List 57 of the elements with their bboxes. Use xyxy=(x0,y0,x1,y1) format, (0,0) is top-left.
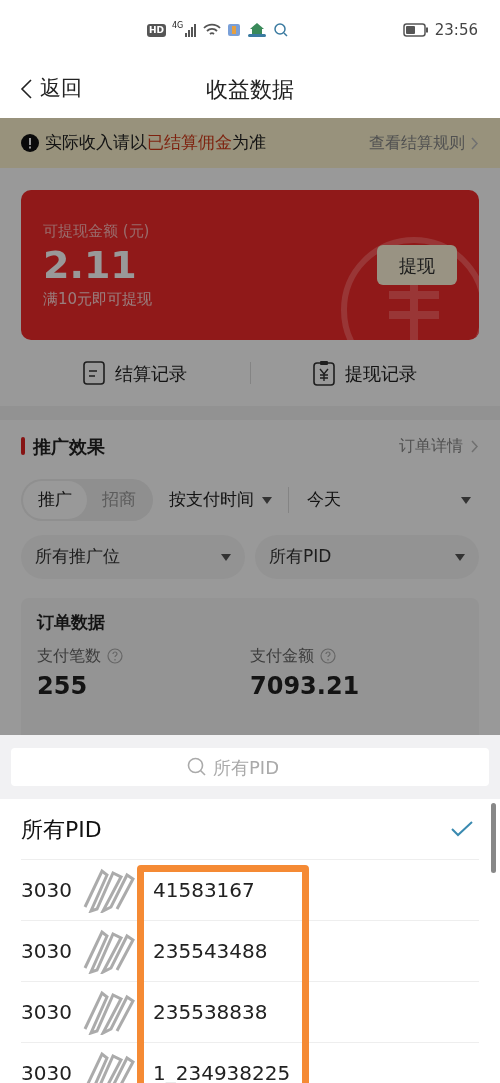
pid-suffix: 235543488 xyxy=(153,938,268,965)
pid-option[interactable]: 3030 1_234938225 xyxy=(21,1043,479,1083)
search-icon xyxy=(187,757,207,777)
pid-prefix: 3030 xyxy=(21,938,73,965)
date-dropdown[interactable]: 今天 xyxy=(299,480,479,520)
clock-time: 23:56 xyxy=(434,19,478,41)
filter-dropdown[interactable]: 所有PID xyxy=(255,535,479,579)
signal-icon xyxy=(185,23,198,37)
app-icon xyxy=(227,23,242,37)
pid-prefix: 3030 xyxy=(21,1060,73,1083)
chevron-right-icon xyxy=(471,439,479,453)
clipboard-yen-icon xyxy=(312,360,335,386)
chevron-right-icon xyxy=(471,136,479,150)
pid-option[interactable]: 3030 41583167 xyxy=(21,860,479,921)
dropdown-caret-icon xyxy=(461,496,471,504)
back-button[interactable]: 返回 xyxy=(0,73,82,105)
metric-value: 7093.21 xyxy=(250,670,361,702)
pid-option[interactable]: 所有PID xyxy=(21,799,479,860)
balance-label: 可提现金额 (元) xyxy=(43,220,151,242)
page-title: 收益数据 xyxy=(206,75,294,104)
orders-title: 订单数据 xyxy=(37,611,106,634)
network-label: 4G xyxy=(172,22,184,30)
alert-icon xyxy=(21,134,39,152)
pid-suffix: 41583167 xyxy=(153,877,255,904)
metric-label: 支付笔数 xyxy=(37,644,101,667)
option-label: 所有PID xyxy=(21,815,102,844)
dropdown-caret-icon xyxy=(221,553,231,561)
pid-option[interactable]: 3030 235543488 xyxy=(21,921,479,982)
segment-tab[interactable]: 推广 xyxy=(23,481,87,519)
section-title: 推广效果 xyxy=(33,434,105,459)
notice-text: 实际收入请以已结算佣金为准 xyxy=(45,131,266,155)
time-type-dropdown[interactable]: 按支付时间 xyxy=(163,480,278,520)
withdraw-button[interactable]: 提现 xyxy=(377,245,457,285)
metric-value: 255 xyxy=(37,670,89,702)
pid-option[interactable]: 3030 235538838 xyxy=(21,982,479,1043)
records-button[interactable]: 提现记录 xyxy=(250,359,479,387)
pid-suffix: 235538838 xyxy=(153,999,268,1026)
pid-suffix: 1_234938225 xyxy=(153,1060,291,1083)
help-icon[interactable] xyxy=(320,647,336,664)
balance-amount: 2.11 xyxy=(43,242,138,288)
search-input[interactable]: 所有PID xyxy=(213,753,313,781)
dropdown-caret-icon xyxy=(262,496,272,504)
search-field[interactable]: 所有PID xyxy=(11,748,489,786)
wifi-icon xyxy=(203,23,222,37)
pid-prefix: 3030 xyxy=(21,999,73,1026)
withdraw-hint: 满10元即可提现 xyxy=(43,289,153,310)
checkmark-icon xyxy=(451,821,473,837)
house-icon xyxy=(247,22,268,38)
help-icon[interactable] xyxy=(107,647,123,664)
pid-prefix: 3030 xyxy=(21,877,73,904)
battery-icon xyxy=(402,23,429,37)
document-icon xyxy=(83,361,106,385)
records-button[interactable]: 结算记录 xyxy=(21,359,250,387)
hd-label: HD xyxy=(147,23,166,37)
metric-label: 支付金额 xyxy=(250,644,314,667)
dropdown-caret-icon xyxy=(455,553,465,561)
filter-dropdown[interactable]: 所有推广位 xyxy=(21,535,245,579)
